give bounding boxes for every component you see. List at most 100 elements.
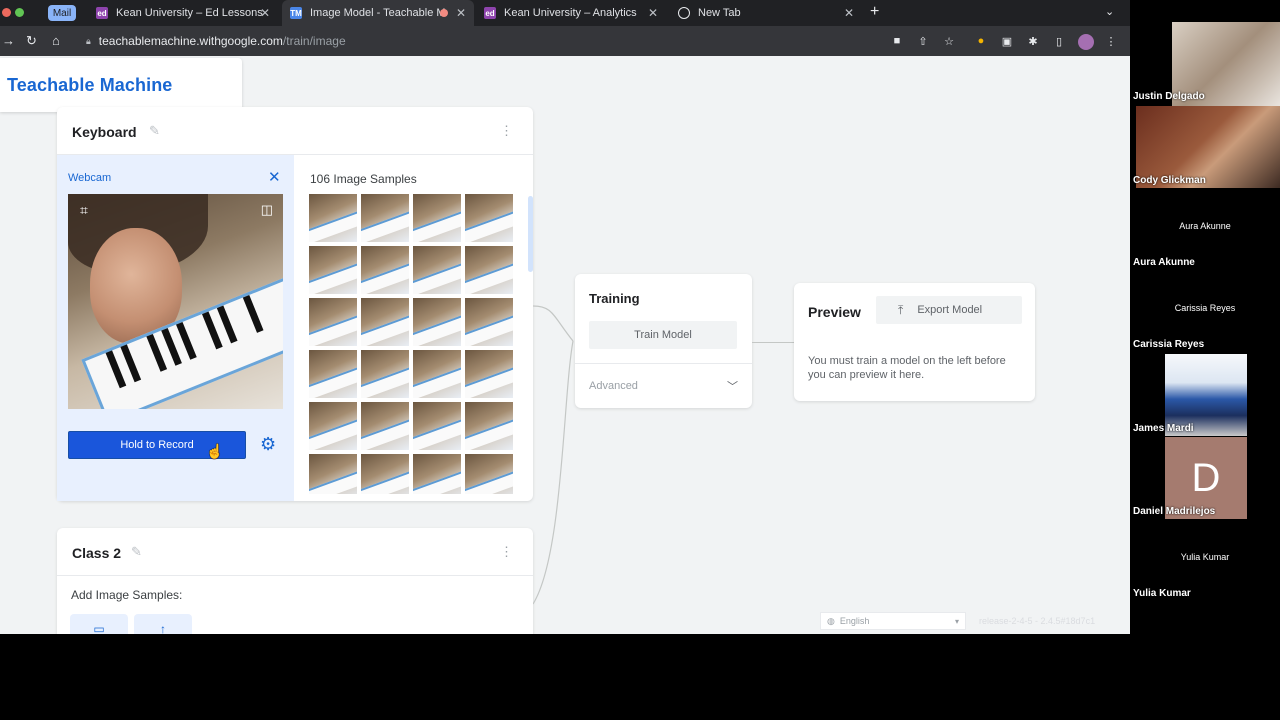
upload-icon: ↑	[160, 622, 166, 634]
participant-tile[interactable]: Aura Akunne Aura Akunne	[1130, 188, 1280, 270]
sample-thumbnail[interactable]	[361, 194, 409, 242]
recording-indicator-icon	[440, 9, 448, 17]
extension-box-icon[interactable]: ▣	[1000, 34, 1014, 48]
participant-name: Cody Glickman	[1133, 175, 1206, 186]
sample-thumbnail[interactable]	[413, 194, 461, 242]
upload-source-button[interactable]: ↑	[134, 614, 192, 634]
version-text: release-2-4-5 - 2.4.5#18d7c1	[979, 616, 1096, 626]
tab-mail[interactable]: Mail	[48, 5, 76, 21]
sample-thumbnail[interactable]	[309, 298, 357, 346]
sample-thumbnail[interactable]	[309, 454, 357, 494]
preview-card: Preview ⤒ Export Model You must train a …	[794, 283, 1035, 401]
tab-new-tab[interactable]: New Tab ✕	[670, 0, 862, 26]
bookmark-star-icon[interactable]: ☆	[942, 34, 956, 48]
sample-thumbnail[interactable]	[465, 298, 513, 346]
close-tab-icon[interactable]: ✕	[260, 6, 270, 20]
participant-tile[interactable]: Cody Glickman	[1130, 106, 1280, 188]
participant-name: Daniel Madrilejos	[1133, 506, 1216, 517]
sample-thumbnail[interactable]	[361, 350, 409, 398]
participant-tile[interactable]: Yulia Kumar Yulia Kumar	[1130, 519, 1280, 601]
tab-label: Image Model - Teachable M	[310, 7, 446, 19]
participant-name-center: Aura Akunne	[1179, 221, 1231, 231]
export-arrow-icon: ⤒	[898, 302, 904, 317]
sample-thumbnail[interactable]	[413, 402, 461, 450]
puzzle-extensions-icon[interactable]: ✱	[1026, 34, 1040, 48]
recording-settings-gear-icon[interactable]: ⚙	[260, 434, 276, 455]
tm-favicon-icon: TM	[290, 7, 302, 19]
new-tab-plus-icon[interactable]: +	[870, 3, 879, 21]
edit-pencil-icon[interactable]: ✎	[131, 544, 142, 560]
maximize-window-icon[interactable]	[15, 8, 24, 17]
sample-thumbnail[interactable]	[361, 246, 409, 294]
sample-thumbnail[interactable]	[361, 454, 409, 494]
advanced-toggle-label[interactable]: Advanced	[589, 380, 638, 392]
sample-thumbnail[interactable]	[465, 350, 513, 398]
sample-thumbnail[interactable]	[361, 298, 409, 346]
participant-name-center: Carissia Reyes	[1174, 303, 1236, 313]
close-window-icon[interactable]	[2, 8, 11, 17]
sample-thumbnail[interactable]	[413, 246, 461, 294]
crop-icon[interactable]: ⌗	[80, 202, 88, 219]
side-panel-icon[interactable]: ▯	[1052, 34, 1066, 48]
browser-toolbar: → ↻ ⌂ 🔒︎ teachablemachine.withgoogle.com…	[0, 26, 1130, 56]
chevron-down-icon[interactable]: ﹀	[727, 378, 738, 394]
connector-line	[752, 342, 794, 343]
url-path: /train/image	[282, 34, 346, 48]
lock-icon: 🔒︎	[86, 35, 91, 46]
webcam-label: Webcam	[68, 172, 112, 184]
sample-thumbnail[interactable]	[309, 402, 357, 450]
flip-camera-icon[interactable]: ◫	[261, 202, 273, 218]
sample-thumbnail[interactable]	[413, 454, 461, 494]
share-icon[interactable]: ⇧	[916, 34, 930, 48]
class-title[interactable]: Class 2	[72, 545, 121, 561]
reload-icon[interactable]: ↻	[26, 33, 37, 49]
class-header: Keyboard ✎ ⋮	[57, 107, 533, 155]
class-title[interactable]: Keyboard	[72, 124, 137, 140]
url-host: teachablemachine.withgoogle.com	[98, 34, 283, 48]
close-tab-icon[interactable]: ✕	[456, 6, 466, 20]
participant-tile[interactable]: D Daniel Madrilejos	[1130, 437, 1280, 519]
sample-thumbnail[interactable]	[465, 402, 513, 450]
sample-thumbnail[interactable]	[465, 246, 513, 294]
sample-thumbnail[interactable]	[465, 194, 513, 242]
camera-icon[interactable]: ■	[890, 34, 904, 48]
forward-arrow-icon[interactable]: →	[2, 33, 15, 48]
tab-label: New Tab	[698, 7, 741, 19]
address-bar[interactable]: 🔒︎ teachablemachine.withgoogle.com/train…	[86, 30, 876, 52]
profile-avatar[interactable]	[1078, 34, 1094, 50]
browser-menu-icon[interactable]: ⋮	[1104, 34, 1118, 48]
teachable-machine-page: Teachable Machine Keyboard ✎ ⋮ Webcam ✕ …	[0, 56, 1130, 634]
sample-thumbnail[interactable]	[309, 194, 357, 242]
train-model-button[interactable]: Train Model	[589, 321, 737, 349]
edit-pencil-icon[interactable]: ✎	[149, 123, 160, 139]
preview-message: You must train a model on the left befor…	[808, 355, 1006, 381]
close-tab-icon[interactable]: ✕	[844, 6, 854, 20]
participant-tile[interactable]: Justin Delgado	[1130, 22, 1280, 106]
window-controls	[2, 8, 24, 17]
tab-search-chevron-icon[interactable]: ⌄	[1105, 5, 1114, 18]
tab-image-model[interactable]: TM Image Model - Teachable M ✕	[282, 0, 474, 26]
webcam-source-button[interactable]: ▭	[70, 614, 128, 634]
export-model-button[interactable]: ⤒ Export Model	[876, 296, 1022, 324]
close-webcam-icon[interactable]: ✕	[268, 168, 281, 186]
sample-thumbnail[interactable]	[413, 298, 461, 346]
sample-thumbnail[interactable]	[413, 350, 461, 398]
participant-tile[interactable]: Carissia Reyes Carissia Reyes	[1130, 270, 1280, 352]
home-icon[interactable]: ⌂	[52, 33, 60, 48]
tab-analytics[interactable]: ed Kean University – Analytics ✕	[476, 0, 666, 26]
class-options-kebab-icon[interactable]: ⋮	[500, 544, 513, 560]
close-tab-icon[interactable]: ✕	[648, 6, 658, 20]
color-extension-icon[interactable]: ●	[974, 34, 988, 48]
sample-thumbnail[interactable]	[309, 246, 357, 294]
participant-tile[interactable]: James Mardi	[1130, 354, 1280, 436]
class-options-kebab-icon[interactable]: ⋮	[500, 123, 513, 139]
language-select[interactable]: ◍ English ▾	[820, 612, 966, 630]
sample-thumbnail[interactable]	[465, 454, 513, 494]
tab-ed-lessons[interactable]: ed Kean University – Ed Lessons ✕	[88, 0, 278, 26]
add-samples-label: Add Image Samples:	[71, 588, 183, 602]
brand-header[interactable]: Teachable Machine	[0, 58, 242, 112]
participant-name-center: Yulia Kumar	[1180, 552, 1230, 562]
sample-thumbnail[interactable]	[309, 350, 357, 398]
sample-thumbnail[interactable]	[361, 402, 409, 450]
participant-name: James Mardi	[1133, 423, 1194, 434]
